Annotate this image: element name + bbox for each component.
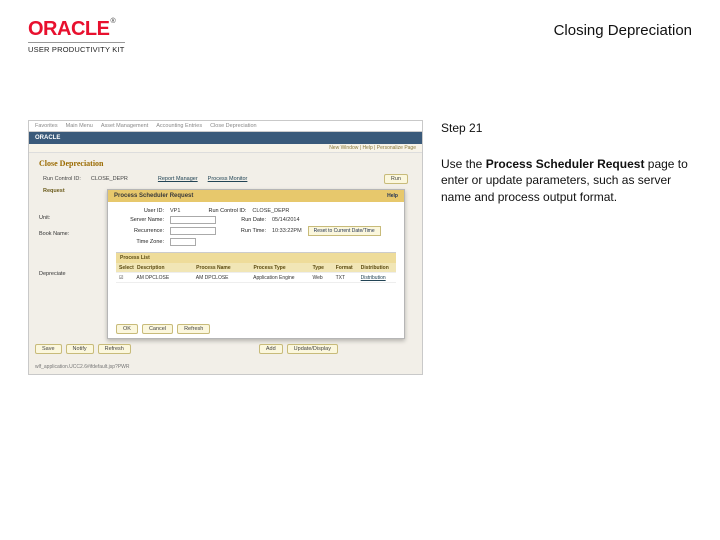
col-type: Type xyxy=(310,265,333,271)
runtime-value: 10:33:22PM xyxy=(272,228,302,234)
grid-data-row: ☑ AM DPCLOSE AM DPCLOSE Application Engi… xyxy=(116,273,396,283)
cancel-button: Cancel xyxy=(142,324,173,334)
brand-text: ORACLE xyxy=(28,18,109,40)
process-monitor-link: Process Monitor xyxy=(208,176,248,182)
row-description: AM DPCLOSE xyxy=(133,275,192,281)
run-control-value: CLOSE_DEPR xyxy=(91,176,128,182)
col-distribution: Distribution xyxy=(358,265,396,271)
recurrence-label: Recurrence: xyxy=(116,228,164,234)
refresh-footer-button: Refresh xyxy=(98,344,131,354)
userid-value: VP1 xyxy=(170,208,180,214)
crumb: Accounting Entries xyxy=(156,123,202,129)
page-links-bar: New Window | Help | Personalize Page xyxy=(29,144,422,153)
rundate-value: 05/14/2014 xyxy=(272,217,300,223)
run-control-label: Run Control ID: xyxy=(43,176,81,182)
left-field-labels: Unit: Book Name: Depreciate xyxy=(39,215,69,277)
col-select: Select xyxy=(116,265,134,271)
instr-bold: Process Scheduler Request xyxy=(486,157,645,171)
runtime-label: Run Time: xyxy=(222,228,266,234)
server-label: Server Name: xyxy=(116,217,164,223)
subbrand-text: USER PRODUCTIVITY KIT xyxy=(28,42,125,54)
instr-pre: Use the xyxy=(441,157,486,171)
save-button: Save xyxy=(35,344,62,354)
add-button: Add xyxy=(259,344,283,354)
ok-button: OK xyxy=(116,324,138,334)
instruction-text: Use the Process Scheduler Request page t… xyxy=(441,156,691,205)
row-type: Web xyxy=(309,275,332,281)
recurrence-input xyxy=(170,227,216,235)
form-title: Close Depreciation xyxy=(29,153,422,172)
footer-button-row: Save Notify Refresh Add Update/Display xyxy=(35,344,338,354)
page-title: Closing Depreciation xyxy=(554,22,692,39)
runctl-label: Run Control ID: xyxy=(186,208,246,214)
col-process-name: Process Name xyxy=(193,265,250,271)
timezone-input xyxy=(170,238,196,246)
dialog-title: Process Scheduler Request xyxy=(114,193,193,199)
app-brand-bar: ORACLE xyxy=(29,132,422,144)
runctl-value: CLOSE_DEPR xyxy=(252,208,289,214)
col-format: Format xyxy=(333,265,358,271)
row-process-name: AM DPCLOSE xyxy=(193,275,250,281)
rundate-label: Run Date: xyxy=(222,217,266,223)
step-label: Step 21 xyxy=(441,120,691,136)
row-process-type: Application Engine xyxy=(250,275,309,281)
server-input xyxy=(170,216,216,224)
col-description: Description xyxy=(134,265,193,271)
crumb: Close Depreciation xyxy=(210,123,256,129)
breadcrumb-bar: Favorites Main Menu Asset Management Acc… xyxy=(29,121,422,132)
crumb: Favorites xyxy=(35,123,58,129)
run-button: Run xyxy=(384,174,408,184)
userid-label: User ID: xyxy=(116,208,164,214)
report-manager-link: Report Manager xyxy=(158,176,198,182)
grid-header-row: Select Description Process Name Process … xyxy=(116,263,396,273)
refresh-button: Refresh xyxy=(177,324,210,334)
trademark-symbol: ® xyxy=(110,18,115,25)
timezone-label: Time Zone: xyxy=(116,239,164,245)
depreciate-label: Depreciate xyxy=(39,271,69,277)
update-display-button: Update/Display xyxy=(287,344,338,354)
notify-button: Notify xyxy=(66,344,94,354)
status-url: wlf_application.UCC2.6#ifdefault.jsp?PWR xyxy=(35,364,130,370)
unit-label: Unit: xyxy=(39,215,69,221)
help-link: Help xyxy=(387,193,398,199)
row-format: TXT xyxy=(333,275,358,281)
row-checkbox: ☑ xyxy=(116,275,133,281)
book-label: Book Name: xyxy=(39,231,69,237)
row-distribution-link: Distribution xyxy=(358,275,396,281)
process-list-header: Process List xyxy=(116,253,396,263)
crumb: Asset Management xyxy=(101,123,148,129)
reset-datetime-button: Reset to Current Date/Time xyxy=(308,226,381,236)
crumb: Main Menu xyxy=(66,123,93,129)
screenshot-preview: Favorites Main Menu Asset Management Acc… xyxy=(28,120,423,375)
oracle-logo: ORACLE® USER PRODUCTIVITY KIT xyxy=(28,18,125,54)
col-process-type: Process Type xyxy=(250,265,309,271)
process-scheduler-dialog: Process Scheduler Request Help User ID: … xyxy=(107,189,405,339)
